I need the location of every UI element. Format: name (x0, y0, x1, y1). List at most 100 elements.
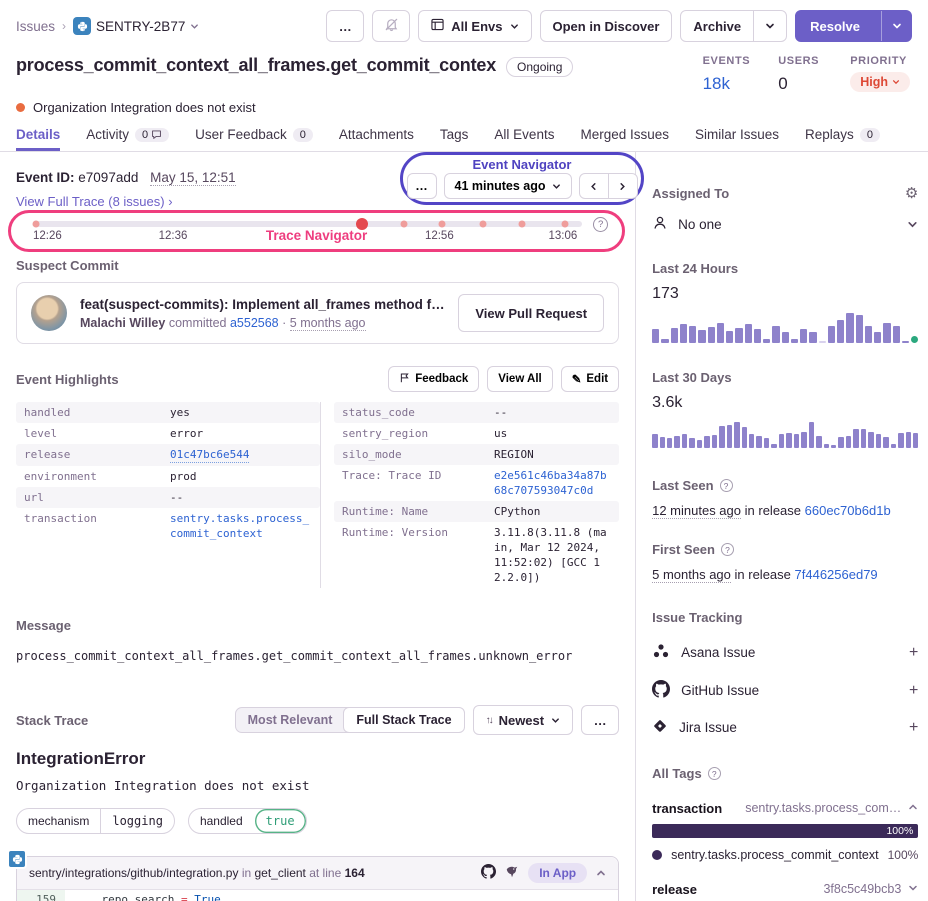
open-in-discover-button[interactable]: Open in Discover (540, 10, 673, 42)
issue-tracking-heading: Issue Tracking (652, 610, 918, 625)
tag-header[interactable]: release3f8c5c49bcb3 (652, 880, 918, 898)
chart-bar (809, 332, 816, 343)
highlight-key: handled (24, 405, 170, 420)
event-time-dropdown[interactable]: 41 minutes ago (444, 173, 572, 199)
gear-icon[interactable]: ⚙ (905, 184, 918, 202)
tab-merged-issues[interactable]: Merged Issues (580, 127, 669, 151)
resolve-button[interactable]: Resolve (795, 10, 912, 42)
issue-tracking-jira[interactable]: Jira Issue+ (652, 718, 918, 737)
highlight-key: Runtime: Version (342, 525, 494, 585)
stack-frame-header[interactable]: sentry/integrations/github/integration.p… (17, 857, 618, 890)
breadcrumb-issue[interactable]: SENTRY-2B77 (73, 17, 199, 35)
help-icon[interactable]: ? (721, 543, 734, 556)
tag-header[interactable]: transactionsentry.tasks.process_com… (652, 799, 918, 817)
events-count[interactable]: 18k (703, 74, 751, 94)
view-pull-request-button[interactable]: View Pull Request (458, 294, 604, 332)
breadcrumb-issues-link[interactable]: Issues (16, 19, 55, 34)
tab-user-feedback[interactable]: User Feedback0 (195, 127, 313, 151)
tab-similar-issues[interactable]: Similar Issues (695, 127, 779, 151)
python-project-icon (73, 17, 91, 35)
chart-bar (698, 330, 705, 343)
trace-timeline[interactable] (33, 221, 582, 227)
highlight-row: transactionsentry.tasks.process_commit_c… (16, 508, 320, 544)
more-actions-button[interactable]: … (326, 10, 364, 42)
chart-bar (717, 323, 724, 343)
trace-event-dot[interactable] (518, 221, 525, 228)
chevron-down-icon[interactable] (908, 880, 918, 898)
highlight-value[interactable]: 01c47bc6e544 (170, 447, 249, 463)
feedback-button[interactable]: Feedback (388, 366, 479, 392)
highlight-value[interactable]: e2e561c46ba34a87b68c707593047c0d (494, 468, 611, 498)
tag-transaction: transactionsentry.tasks.process_com…100%… (652, 799, 918, 862)
previous-event-button[interactable] (579, 173, 609, 199)
tag-detail-row[interactable]: sentry.tasks.process_commit_context100% (652, 848, 918, 862)
assignee-selector[interactable]: No one (652, 215, 918, 234)
trace-event-dot[interactable] (439, 221, 446, 228)
environment-filter-button[interactable]: All Envs (418, 10, 531, 42)
resolve-dropdown-button[interactable] (881, 11, 911, 41)
chart-bar (828, 326, 835, 343)
last-seen-release-link[interactable]: 660ec70b6d1b (805, 503, 891, 518)
commit-sha-link[interactable]: a552568 (230, 316, 279, 330)
add-jira-issue-button[interactable]: + (909, 719, 918, 737)
code-line[interactable]: 159 repo_search = True (17, 890, 618, 901)
archive-button[interactable]: Archive (680, 10, 754, 42)
event-id-value: e7097add (78, 170, 138, 185)
raven-icon[interactable] (505, 865, 519, 882)
highlight-key: status_code (342, 405, 494, 420)
tab-attachments[interactable]: Attachments (339, 127, 414, 151)
issue-tracking-asana[interactable]: Asana Issue+ (652, 642, 918, 663)
sort-newest-button[interactable]: ↑↓ Newest (473, 705, 574, 735)
help-icon[interactable]: ? (708, 767, 721, 780)
add-asana-issue-button[interactable]: + (909, 644, 918, 662)
chart-bar (838, 437, 843, 448)
github-icon[interactable] (481, 864, 496, 882)
page-header: Issues › SENTRY-2B77 … All Envs (0, 0, 928, 152)
next-event-button[interactable] (608, 173, 638, 199)
trace-navigator-annotation: ? 12:2612:3612:5613:06 Trace Navigator (8, 210, 625, 252)
trace-event-dot[interactable] (561, 221, 568, 228)
event-more-button[interactable]: … (407, 173, 437, 199)
stack-trace-more-button[interactable]: … (581, 705, 619, 735)
highlight-row: url-- (16, 487, 320, 508)
view-full-trace-link[interactable]: View Full Trace (8 issues) › (16, 194, 173, 209)
trace-event-dot[interactable] (480, 221, 487, 228)
tab-tags[interactable]: Tags (440, 127, 469, 151)
tab-count-badge: 0 (860, 128, 880, 142)
event-timestamp: May 15, 12:51 (150, 170, 236, 186)
full-stack-trace-toggle[interactable]: Full Stack Trace (343, 707, 464, 733)
chart-bar (652, 434, 657, 448)
chart-bar (763, 339, 770, 343)
highlight-value[interactable]: sentry.tasks.process_commit_context (170, 511, 312, 541)
chevron-up-icon[interactable] (596, 868, 606, 878)
commit-author-avatar (31, 295, 67, 331)
chevron-down-icon (510, 22, 519, 31)
frame-path: sentry/integrations/github/integration.p… (29, 866, 365, 880)
add-github-issue-button[interactable]: + (909, 682, 918, 700)
most-relevant-toggle[interactable]: Most Relevant (236, 708, 345, 732)
issue-tracking-github[interactable]: GitHub Issue+ (652, 680, 918, 701)
priority-badge[interactable]: High (850, 72, 910, 92)
tab-replays[interactable]: Replays0 (805, 127, 880, 151)
trace-navigator-label: Trace Navigator (11, 228, 622, 243)
event-highlights-heading: Event Highlights (16, 372, 119, 387)
tab-label: Tags (440, 127, 469, 142)
person-icon (652, 215, 668, 234)
pencil-icon: ✎ (572, 372, 582, 386)
sort-arrows-icon: ↑↓ (486, 715, 492, 726)
help-icon[interactable]: ? (720, 479, 733, 492)
highlight-row: silo_modeREGION (334, 444, 619, 465)
chevron-down-icon (907, 219, 918, 230)
archive-dropdown-button[interactable] (753, 10, 787, 42)
edit-button[interactable]: ✎ Edit (561, 366, 619, 392)
view-all-button[interactable]: View All (487, 366, 552, 392)
mute-notifications-button[interactable] (372, 10, 410, 42)
trace-event-dot[interactable] (400, 221, 407, 228)
tab-activity[interactable]: Activity0 (86, 127, 169, 151)
trace-event-dot[interactable] (32, 221, 39, 228)
mechanism-pills: mechanismlogginghandledtrue (16, 808, 619, 834)
first-seen-release-link[interactable]: 7f446256ed79 (795, 567, 878, 582)
tab-details[interactable]: Details (16, 127, 60, 151)
chevron-up-icon[interactable] (908, 799, 918, 817)
tab-all-events[interactable]: All Events (494, 127, 554, 151)
